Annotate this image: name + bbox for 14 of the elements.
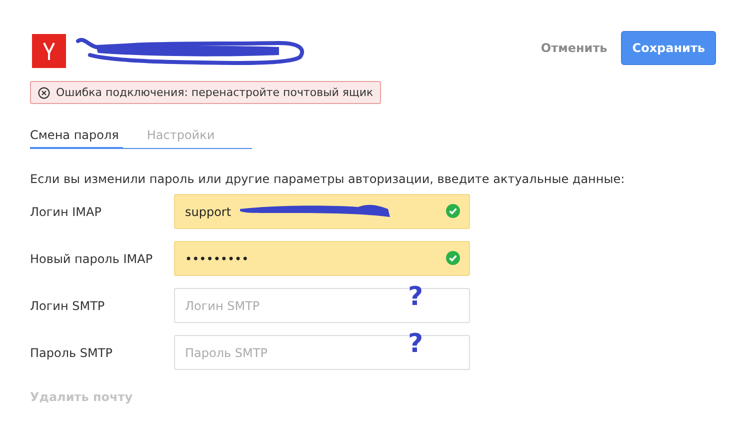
input-field[interactable]: •••••••••: [174, 241, 470, 276]
intro-text: Если вы изменили пароль или другие параметры авторизации, введите актуальные данные:: [30, 172, 626, 186]
tab[interactable]: Смена пароля: [30, 128, 123, 149]
cancel-button[interactable]: Отменить: [540, 41, 608, 55]
error-icon: [38, 86, 50, 98]
tab[interactable]: Настройки: [142, 128, 219, 148]
logo-icon: [32, 34, 66, 68]
delete-mail-link[interactable]: Удалить почту: [30, 390, 133, 404]
error-message: Ошибка подключения: перенастройте почтовый ящик: [56, 86, 374, 99]
field-label: Логин IMAP: [30, 204, 102, 218]
field-label: Логин SMTP: [30, 298, 106, 312]
field-label: Пароль SMTP: [30, 346, 114, 360]
field-label: Новый пароль IMAP: [30, 252, 154, 266]
save-button[interactable]: Сохранить: [621, 31, 716, 65]
